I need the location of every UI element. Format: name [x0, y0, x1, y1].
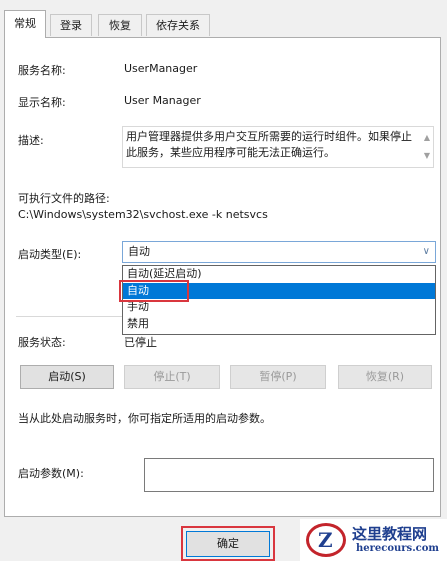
start-params-input[interactable]: [144, 458, 434, 492]
description-text: 用户管理器提供多用户交互所需要的运行时组件。如果停止此服务，某些应用程序可能无法…: [126, 130, 412, 159]
option-disabled[interactable]: 禁用: [123, 316, 435, 333]
watermark-title: 这里教程网: [352, 525, 428, 543]
chevron-down-icon[interactable]: ∨: [423, 242, 430, 262]
startup-type-value: 自动: [128, 245, 150, 258]
startup-type-select[interactable]: 自动 ∨: [122, 241, 436, 263]
logo-icon: Z: [306, 523, 346, 557]
start-params-hint: 当从此处启动服务时，你可指定所适用的启动参数。: [18, 412, 271, 425]
description-scrollbar[interactable]: ▲ ▼: [419, 127, 431, 167]
start-params-label: 启动参数(M):: [18, 467, 84, 480]
display-name-label: 显示名称:: [18, 96, 66, 109]
watermark-logo: Z 这里教程网 herecours.com: [300, 519, 447, 561]
startup-type-label: 启动类型(E):: [18, 248, 82, 261]
executable-path-label: 可执行文件的路径:: [18, 192, 110, 205]
service-status-value: 已停止: [124, 336, 157, 349]
tab-bar: 常规 登录 恢复 依存关系: [0, 0, 447, 40]
executable-path-value: C:\Windows\system32\svchost.exe -k netsv…: [18, 208, 268, 221]
watermark-url: herecours.com: [356, 543, 440, 554]
service-name-value: UserManager: [124, 62, 198, 75]
service-name-label: 服务名称:: [18, 64, 66, 77]
tab-dependencies[interactable]: 依存关系: [146, 14, 210, 36]
display-name-value: User Manager: [124, 94, 201, 107]
service-status-label: 服务状态:: [18, 336, 66, 349]
description-box[interactable]: 用户管理器提供多用户交互所需要的运行时组件。如果停止此服务，某些应用程序可能无法…: [122, 126, 434, 168]
stop-button[interactable]: 停止(T): [124, 365, 220, 389]
resume-button[interactable]: 恢复(R): [338, 365, 432, 389]
scroll-up-icon[interactable]: ▲: [424, 130, 430, 146]
tab-general[interactable]: 常规: [4, 10, 46, 38]
tab-logon[interactable]: 登录: [50, 14, 92, 36]
highlight-box-auto-option: [119, 280, 189, 302]
tab-recovery[interactable]: 恢复: [98, 14, 142, 36]
pause-button[interactable]: 暂停(P): [230, 365, 326, 389]
highlight-box-ok-button: [181, 526, 275, 561]
start-button[interactable]: 启动(S): [20, 365, 114, 389]
scroll-down-icon[interactable]: ▼: [424, 148, 430, 164]
description-label: 描述:: [18, 134, 44, 147]
